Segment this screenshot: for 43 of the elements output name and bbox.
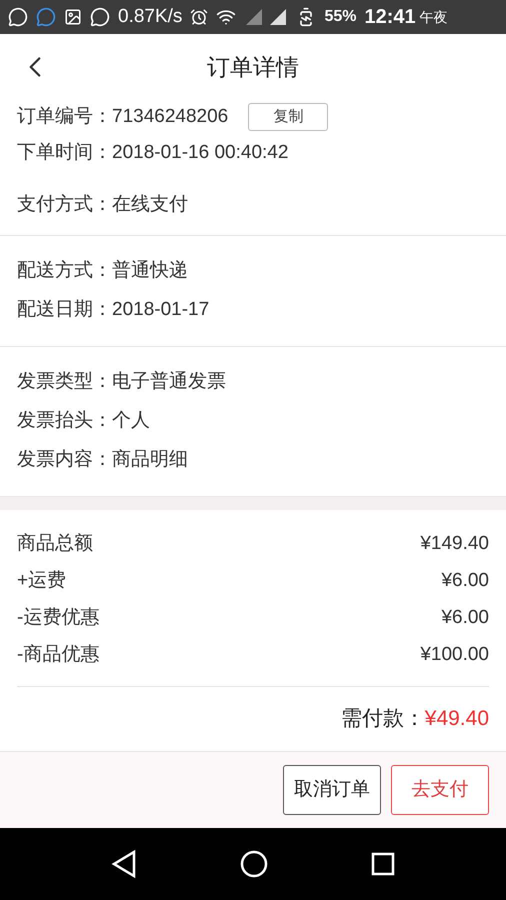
total-label: 需付款： [340,706,425,732]
total-value: ¥49.40 [424,706,489,732]
field-value: 2018-01-16 00:40:42 [112,141,288,166]
clock: 12:41 [364,5,416,30]
field-value: 个人 [112,409,150,434]
battery-level: 55% [324,7,356,27]
field-value: 2018-01-17 [112,298,210,322]
pay-button[interactable]: 去支付 [391,765,489,815]
chat-icon [8,7,28,27]
signal-icon [244,7,288,27]
amount-label: 商品总额 [17,532,93,556]
field-value: 普通快递 [112,258,188,284]
field-value: 商品明细 [112,448,188,472]
field-value: 在线支付 [112,193,188,218]
amount-label: -运费优惠 [17,606,100,630]
cancel-button[interactable]: 取消订单 [283,765,381,815]
field-label: 支付方式： [17,193,112,218]
amount-value: ¥6.00 [441,606,489,630]
home-nav-icon[interactable] [240,850,268,878]
image-icon [64,8,82,26]
field-label: 发票抬头： [17,409,112,434]
field-label: 订单编号： [17,104,112,129]
page-title: 订单详情 [207,52,299,82]
clock-period: 午夜 [420,8,448,26]
amount-value: ¥6.00 [441,569,489,594]
back-nav-icon[interactable] [111,850,138,878]
field-label: 配送方式： [17,259,112,284]
field-label: 配送日期： [17,298,112,322]
amount-label: +运费 [17,569,66,594]
recents-nav-icon[interactable] [370,852,395,876]
amount-value: ¥149.40 [420,532,489,556]
field-label: 发票内容： [17,448,112,472]
amount-value: ¥100.00 [420,643,489,668]
field-label: 下单时间： [17,141,112,166]
chat-icon [36,7,56,27]
network-speed: 0.87K/s [118,4,182,29]
field-value: 电子普通发票 [112,370,226,394]
field-value: 71346248206 [112,104,228,129]
chat-icon [90,7,110,27]
alarm-icon [190,8,208,26]
field-label: 发票类型： [17,370,112,394]
amount-label: -商品优惠 [17,643,100,668]
copy-button[interactable]: 复制 [248,103,328,131]
